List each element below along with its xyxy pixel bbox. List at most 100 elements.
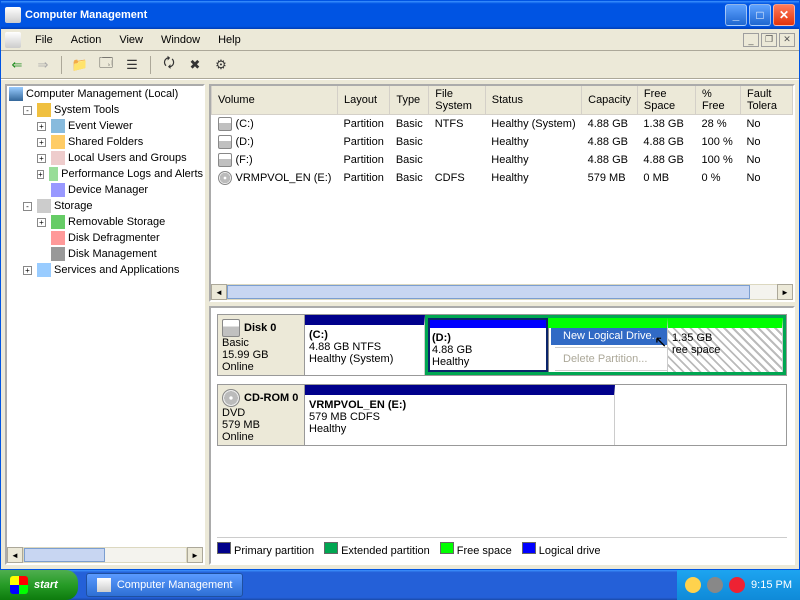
column-header[interactable]: % Free <box>696 86 741 115</box>
scroll-thumb[interactable] <box>227 285 750 299</box>
tree-panel[interactable]: Computer Management (Local) -System Tool… <box>5 84 205 565</box>
ctx-delete-partition: Delete Partition... <box>551 350 668 368</box>
folder-icon <box>51 135 65 149</box>
disk-graphical-view[interactable]: Disk 0 Basic 15.99 GB Online (C:) 4.88 G… <box>209 306 795 565</box>
mdi-restore-button[interactable]: ❐ <box>761 33 777 47</box>
drive-icon <box>218 153 232 167</box>
up-button[interactable]: 📁 <box>70 55 90 75</box>
partition-cdrom[interactable]: VRMPVOL_EN (E:) 579 MB CDFS Healthy <box>305 385 615 445</box>
tree-local-users[interactable]: +Local Users and Groups <box>37 150 203 166</box>
volume-row[interactable]: (C:)PartitionBasicNTFSHealthy (System)4.… <box>212 115 793 134</box>
show-hide-button[interactable]: ☰ <box>122 55 142 75</box>
tree-removable[interactable]: +Removable Storage <box>37 214 203 230</box>
tree-root[interactable]: Computer Management (Local) <box>9 86 203 102</box>
window-title: Computer Management <box>25 9 147 21</box>
menu-file[interactable]: File <box>27 32 61 48</box>
windows-logo-icon <box>10 576 28 594</box>
expand-icon[interactable]: + <box>37 170 44 179</box>
scroll-thumb[interactable] <box>24 548 105 562</box>
menu-window[interactable]: Window <box>153 32 208 48</box>
column-header[interactable]: Layout <box>337 86 389 115</box>
disk-0-row: Disk 0 Basic 15.99 GB Online (C:) 4.88 G… <box>217 314 787 376</box>
properties-button[interactable]: 🗔 <box>96 55 116 75</box>
forward-button[interactable]: ⇒ <box>33 55 53 75</box>
menu-help[interactable]: Help <box>210 32 249 48</box>
shield-icon[interactable] <box>685 577 701 593</box>
volume-row[interactable]: (F:)PartitionBasicHealthy4.88 GB4.88 GB1… <box>212 151 793 169</box>
column-header[interactable]: Free Space <box>637 86 695 115</box>
tray-error-icon[interactable] <box>729 577 745 593</box>
system-tray[interactable]: 9:15 PM <box>677 570 800 600</box>
legend-free-swatch <box>440 542 454 554</box>
legend-primary-swatch <box>217 542 231 554</box>
partition-f-freespace[interactable]: New Logical Drive... Delete Partition...… <box>548 318 668 372</box>
close-button[interactable]: ✕ <box>773 4 795 26</box>
cdrom-0-row: CD-ROM 0 DVD 579 MB Online VRMPVOL_EN (E… <box>217 384 787 446</box>
expand-icon[interactable]: + <box>37 122 46 131</box>
tray-icon[interactable] <box>707 577 723 593</box>
column-header[interactable]: Capacity <box>582 86 638 115</box>
removable-icon <box>51 215 65 229</box>
refresh-button[interactable]: 🗘 <box>159 55 179 75</box>
task-icon <box>97 578 111 592</box>
volume-row[interactable]: VRMPVOL_EN (E:)PartitionBasicCDFSHealthy… <box>212 169 793 187</box>
tree-defrag[interactable]: Disk Defragmenter <box>37 230 203 246</box>
list-hscrollbar[interactable]: ◄ ► <box>211 284 793 300</box>
tree-disk-mgmt[interactable]: Disk Management <box>37 246 203 262</box>
scroll-right-button[interactable]: ► <box>187 547 203 563</box>
expand-icon[interactable]: + <box>37 138 46 147</box>
tree-shared-folders[interactable]: +Shared Folders <box>37 134 203 150</box>
computer-icon <box>9 87 23 101</box>
legend-logical-swatch <box>522 542 536 554</box>
disk-0-header[interactable]: Disk 0 Basic 15.99 GB Online <box>217 314 305 376</box>
app-icon <box>5 7 21 23</box>
taskbar-task-button[interactable]: Computer Management <box>86 573 244 597</box>
column-header[interactable]: Volume <box>212 86 338 115</box>
collapse-icon[interactable]: - <box>23 106 32 115</box>
mdi-close-button[interactable]: ✕ <box>779 33 795 47</box>
settings-button[interactable]: ⚙ <box>211 55 231 75</box>
cd-icon <box>218 171 232 185</box>
column-header[interactable]: File System <box>429 86 486 115</box>
perf-icon <box>49 167 58 181</box>
column-header[interactable]: Fault Tolera <box>740 86 792 115</box>
tree-event-viewer[interactable]: +Event Viewer <box>37 118 203 134</box>
expand-icon[interactable]: + <box>37 218 46 227</box>
scroll-left-button[interactable]: ◄ <box>7 547 23 563</box>
mdi-icon <box>5 32 21 48</box>
start-button[interactable]: start <box>0 570 78 600</box>
tree-perf-logs[interactable]: +Performance Logs and Alerts <box>37 166 203 182</box>
taskbar[interactable]: start Computer Management 9:15 PM <box>0 570 800 600</box>
free-space[interactable]: 1.35 GB ree space <box>668 318 783 372</box>
delete-button[interactable]: ✖ <box>185 55 205 75</box>
tree-device-mgr[interactable]: Device Manager <box>37 182 203 198</box>
partition-d[interactable]: (D:) 4.88 GB Healthy <box>428 318 548 372</box>
maximize-button[interactable]: □ <box>749 4 771 26</box>
cdrom-0-header[interactable]: CD-ROM 0 DVD 579 MB Online <box>217 384 305 446</box>
tree-system-tools[interactable]: -System Tools <box>23 102 203 118</box>
scroll-right-button[interactable]: ► <box>777 284 793 300</box>
volume-list[interactable]: VolumeLayoutTypeFile SystemStatusCapacit… <box>209 84 795 302</box>
ctx-new-logical-drive[interactable]: New Logical Drive... <box>551 327 668 345</box>
menu-view[interactable]: View <box>111 32 151 48</box>
scroll-left-button[interactable]: ◄ <box>211 284 227 300</box>
menu-bar: File Action View Window Help _ ❐ ✕ <box>1 29 799 51</box>
tree-storage[interactable]: -Storage <box>23 198 203 214</box>
expand-icon[interactable]: + <box>37 154 46 163</box>
menu-action[interactable]: Action <box>63 32 110 48</box>
expand-icon[interactable]: + <box>23 266 32 275</box>
volume-row[interactable]: (D:)PartitionBasicHealthy4.88 GB4.88 GB1… <box>212 133 793 151</box>
tree-services[interactable]: +Services and Applications <box>23 262 203 278</box>
back-button[interactable]: ⇐ <box>7 55 27 75</box>
minimize-button[interactable]: _ <box>725 4 747 26</box>
collapse-icon[interactable]: - <box>23 202 32 211</box>
titlebar[interactable]: Computer Management _ □ ✕ <box>1 1 799 29</box>
mdi-minimize-button[interactable]: _ <box>743 33 759 47</box>
disk-icon <box>51 247 65 261</box>
column-header[interactable]: Status <box>485 86 581 115</box>
clock[interactable]: 9:15 PM <box>751 579 792 591</box>
column-header[interactable]: Type <box>390 86 429 115</box>
tree-hscrollbar[interactable]: ◄ ► <box>7 547 203 563</box>
event-icon <box>51 119 65 133</box>
partition-c[interactable]: (C:) 4.88 GB NTFS Healthy (System) <box>305 315 425 375</box>
